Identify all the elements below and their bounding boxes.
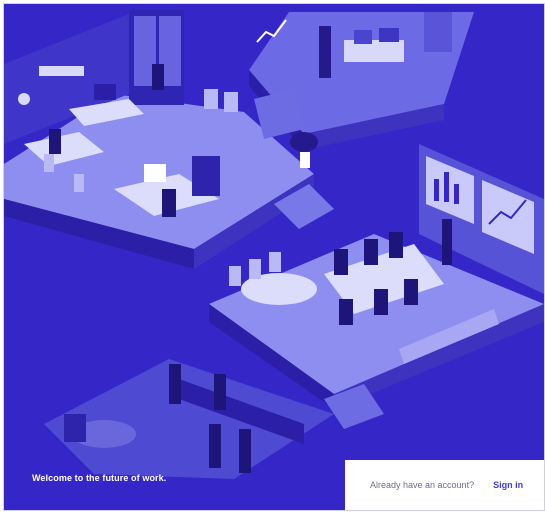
- signin-prompt: Already have an account?: [370, 480, 475, 490]
- signin-link[interactable]: Sign in: [493, 480, 523, 490]
- signin-panel: Already have an account? Sign in: [345, 460, 544, 510]
- welcome-tagline: Welcome to the future of work.: [32, 473, 167, 483]
- isometric-office-illustration: [4, 10, 544, 479]
- hero-illustration-frame: Welcome to the future of work. Already h…: [3, 3, 545, 511]
